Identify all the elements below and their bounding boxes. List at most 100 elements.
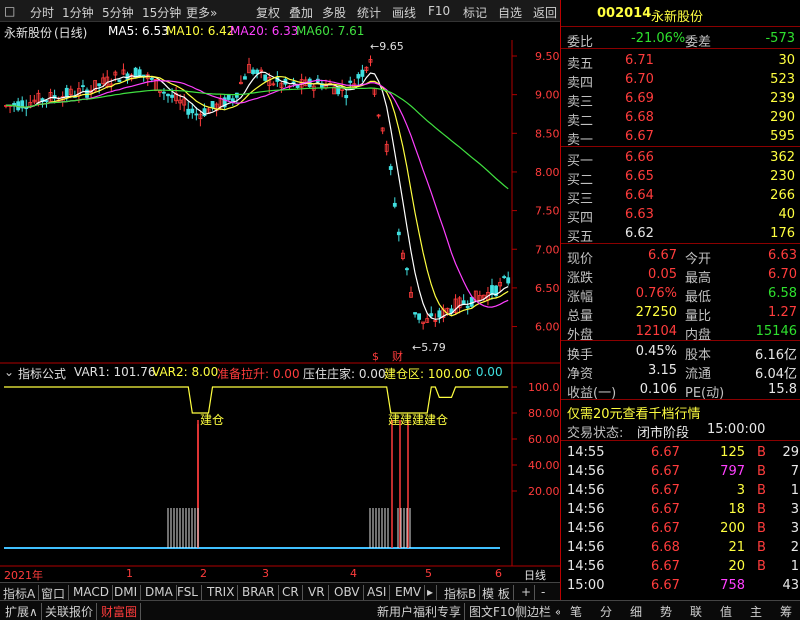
tab-shi[interactable]: 势 [660, 603, 672, 620]
tab-minus[interactable]: - [538, 585, 548, 601]
weibi-value: -21.06% [631, 31, 686, 46]
candle-body [117, 79, 122, 83]
stat-value: 27250 [635, 305, 677, 320]
weibi-row: 委比 -21.06% 委差 -573 [567, 31, 795, 50]
tab-emv[interactable]: EMV [392, 585, 426, 601]
tab-15min[interactable]: 15分钟 [142, 4, 181, 21]
btn-f10[interactable]: F10 [428, 4, 450, 18]
tick-volume: 18 [728, 502, 745, 517]
tab-indicator-a[interactable]: 指标A [0, 585, 40, 601]
panel-tabs: 笔 分 细 势 联 值 主 筹 [560, 600, 800, 620]
tick-row: 14:56 6.68 21 B 2 [561, 538, 800, 557]
low-annotation: ←5.79 [412, 341, 446, 354]
stat-value: 3.15 [648, 363, 677, 378]
tick-row: 14:56 6.67 200 B 3 [561, 519, 800, 538]
tab-window[interactable]: 窗口 [38, 585, 70, 601]
tab-1min[interactable]: 1分钟 [62, 4, 94, 21]
tab-bi[interactable]: 笔 [570, 603, 582, 620]
ask-row: 卖五 6.71 30 [561, 51, 800, 72]
btn-biaoji[interactable]: 标记 [463, 4, 487, 21]
candle-body [210, 100, 215, 108]
yazhu-value: 压住庄家: 0.00 [303, 367, 386, 381]
indicator-name[interactable]: 指标公式 [18, 365, 66, 382]
var2-value: VAR2: 8.00 [152, 365, 219, 379]
price-tick: 8.50 [535, 127, 560, 140]
ask-volume: 239 [770, 91, 795, 106]
candle-body [97, 83, 102, 87]
promo-row[interactable]: 仅需20元查看千档行情 [561, 401, 800, 422]
tab-zhi[interactable]: 值 [720, 603, 732, 620]
tick-time: 14:56 [567, 540, 605, 555]
tab-plus[interactable]: + [518, 585, 536, 601]
bid-row: 买四 6.63 40 [561, 205, 800, 226]
tab-cr[interactable]: CR [279, 585, 303, 601]
bid-row: 买二 6.65 230 [561, 167, 800, 188]
tick-volume: 758 [720, 578, 745, 593]
bid-volume: 266 [770, 188, 795, 203]
tab-5min[interactable]: 5分钟 [102, 4, 134, 21]
stock-name: 永新股份 [4, 26, 53, 40]
btn-tongji[interactable]: 统计 [357, 4, 381, 21]
tab-fsl[interactable]: FSL [174, 585, 202, 601]
btn-fuquan[interactable]: 复权 [256, 4, 280, 21]
tick-price: 6.67 [651, 578, 680, 593]
bid-volume: 230 [770, 169, 795, 184]
candle-body [348, 80, 353, 83]
tab-wealth-circle[interactable]: 财富圈 [98, 603, 142, 620]
tab-obv[interactable]: OBV [331, 585, 364, 601]
tab-more[interactable]: 更多» [186, 4, 217, 21]
tab-dma[interactable]: DMA [142, 585, 177, 601]
stat-row: 现价 6.67 今开 6.63 [561, 246, 800, 267]
stat-value: 12104 [635, 324, 677, 339]
tab-arrow-icon[interactable]: ▸ [424, 585, 438, 601]
chart-toolbar: □ 分时 1分钟 5分钟 15分钟 更多» 复权 叠加 多股 统计 画线 F10… [0, 0, 560, 22]
tab-macd[interactable]: MACD [70, 585, 113, 601]
tab-new-user[interactable]: 新用户福利专享 [374, 603, 466, 620]
tab-template[interactable]: 模 板 [479, 585, 514, 601]
price-tick: 9.00 [535, 89, 560, 102]
tick-price: 6.68 [651, 540, 680, 555]
price-tick: 7.00 [535, 243, 560, 256]
btn-huaxian[interactable]: 画线 [392, 4, 416, 21]
indicator-toggle-icon[interactable]: ⌄ [4, 365, 14, 379]
tab-lian[interactable]: 联 [690, 603, 702, 620]
tab-vr[interactable]: VR [305, 585, 329, 601]
tab-fen[interactable]: 分 [600, 603, 612, 620]
tick-count: 1 [790, 483, 799, 498]
bid-volume: 40 [778, 207, 795, 222]
month-2: 2 [200, 567, 207, 580]
tab-trix[interactable]: TRIX [204, 585, 239, 601]
quote-panel: 002014 永新股份 委比 -21.06% 委差 -573 卖五 6.71 30 卖… [560, 0, 800, 620]
month-3: 3 [262, 567, 269, 580]
candle-body [162, 91, 166, 94]
btn-diejia[interactable]: 叠加 [289, 4, 313, 21]
tick-volume: 21 [728, 540, 745, 555]
period-rikian[interactable]: 日线 [524, 567, 546, 583]
tab-related-quote[interactable]: 关联报价 [42, 603, 98, 620]
indicator-tick: 60.00 [528, 433, 560, 446]
tab-expand[interactable]: 扩展∧ [2, 603, 42, 620]
tab-chou[interactable]: 筹 [780, 603, 792, 620]
btn-zixuan[interactable]: 自选 [498, 4, 522, 21]
tab-xi[interactable]: 细 [630, 603, 642, 620]
tab-indicator-b[interactable]: 指标B [441, 585, 481, 601]
btn-duogu[interactable]: 多股 [322, 4, 346, 21]
candle-body [469, 296, 474, 307]
ma-legend: 永新股份 (日线) MA5: 6.53 MA10: 6.42 MA20: 6.3… [0, 24, 560, 40]
tab-brar[interactable]: BRAR [239, 585, 279, 601]
bottom-tabs: 扩展∧ 关联报价 财富圈 新用户福利专享 图文F10 侧边栏 « [0, 600, 562, 620]
tick-price: 6.67 [651, 521, 680, 536]
tab-asi[interactable]: ASI [364, 585, 391, 601]
candle-body [502, 276, 507, 278]
ask-price: 6.71 [625, 53, 654, 68]
kline-chart[interactable]: 建仓 建建建建仓 9.50 9.00 8.50 8.00 7.50 7.00 6.50 6.00… [0, 22, 560, 592]
jiancang-line [4, 386, 509, 414]
tab-zhu[interactable]: 主 [750, 603, 762, 620]
tab-fenshi[interactable]: 分时 [30, 4, 54, 21]
tab-sidebar[interactable]: 侧边栏 « [512, 603, 565, 620]
btn-fanhui[interactable]: 返回 [533, 4, 557, 21]
tab-dmi[interactable]: DMI [111, 585, 142, 601]
stat-row: 外盘 12104 内盘 15146 [561, 322, 800, 343]
stat2-row: 净资 3.15 流通 6.04亿 [561, 361, 800, 382]
tick-row: 14:56 6.67 18 B 3 [561, 500, 800, 519]
